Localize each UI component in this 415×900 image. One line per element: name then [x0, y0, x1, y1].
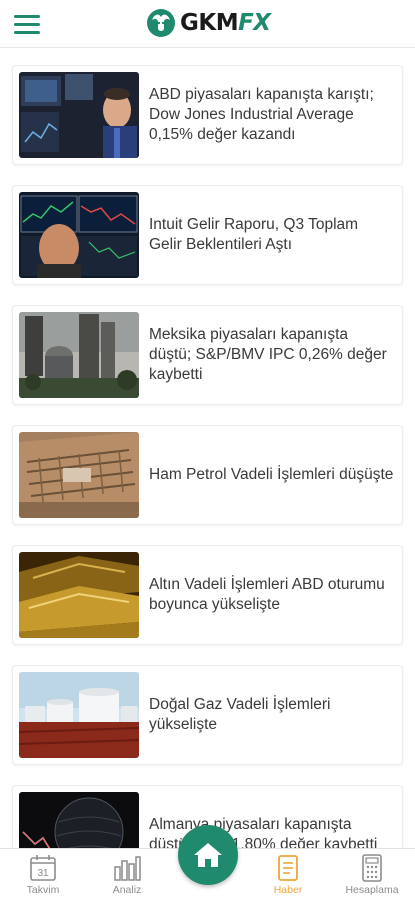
nav-item-analiz[interactable]: Analiz [97, 853, 157, 896]
news-card[interactable]: Doğal Gaz Vadeli İşlemleri yükselişte [12, 665, 403, 765]
brand-name: GKMFX [180, 10, 271, 36]
news-title: Altın Vadeli İşlemleri ABD oturumu boyun… [149, 576, 385, 613]
news-card[interactable]: ABD piyasaları kapanışta karıştı; Dow Jo… [12, 65, 403, 165]
menu-icon[interactable] [14, 15, 40, 35]
news-card[interactable]: Altın Vadeli İşlemleri ABD oturumu boyun… [12, 545, 403, 645]
brand-name-accent: FX [238, 10, 271, 36]
calendar-day: 31 [37, 868, 49, 879]
news-thumbnail [19, 72, 139, 158]
news-title: ABD piyasaları kapanışta karıştı; Dow Jo… [149, 86, 374, 143]
news-card[interactable]: Meksika piyasaları kapanışta düştü; S&P/… [12, 305, 403, 405]
nav-item-hesaplama[interactable]: Hesaplama [342, 853, 402, 896]
news-thumbnail [19, 672, 139, 758]
nav-label: Analiz [112, 884, 142, 896]
news-thumbnail [19, 192, 139, 278]
nav-label: Hesaplama [345, 884, 399, 896]
news-feed[interactable]: ABD piyasaları kapanışta karıştı; Dow Jo… [0, 48, 415, 848]
calculator-icon [362, 854, 382, 882]
top-bar: GKMFX [0, 0, 415, 48]
app-screen: GKMFX ABD piyasaları kapanışta karıştı; … [0, 0, 415, 900]
brand-logo: GKMFX [146, 6, 271, 40]
news-thumbnail [19, 792, 139, 848]
nav-label: Takvim [26, 884, 60, 896]
brand-name-main: GKM [180, 10, 239, 36]
calendar-icon: 31 [30, 855, 56, 881]
bar-chart-icon [114, 856, 141, 881]
news-title: Ham Petrol Vadeli İşlemleri düşüşte [149, 466, 394, 483]
nav-item-haber[interactable]: Haber [258, 853, 318, 896]
news-thumbnail [19, 432, 139, 518]
news-title: Doğal Gaz Vadeli İşlemleri yükselişte [149, 696, 331, 733]
nav-item-takvim[interactable]: 31 Takvim [13, 853, 73, 896]
news-card[interactable]: Ham Petrol Vadeli İşlemleri düşüşte [12, 425, 403, 525]
news-card[interactable]: Intuit Gelir Raporu, Q3 Toplam Gelir Bek… [12, 185, 403, 285]
news-thumbnail [19, 552, 139, 638]
home-button[interactable] [178, 825, 238, 885]
news-title: Meksika piyasaları kapanışta düştü; S&P/… [149, 326, 387, 383]
bottom-navigation: 31 Takvim Analiz Haber Hesaplama [0, 825, 415, 900]
home-icon [194, 843, 222, 867]
news-thumbnail [19, 312, 139, 398]
news-title: Intuit Gelir Raporu, Q3 Toplam Gelir Bek… [149, 216, 359, 253]
bull-logo-icon [147, 9, 175, 37]
nav-label: Haber [273, 884, 303, 896]
news-icon [278, 855, 298, 881]
